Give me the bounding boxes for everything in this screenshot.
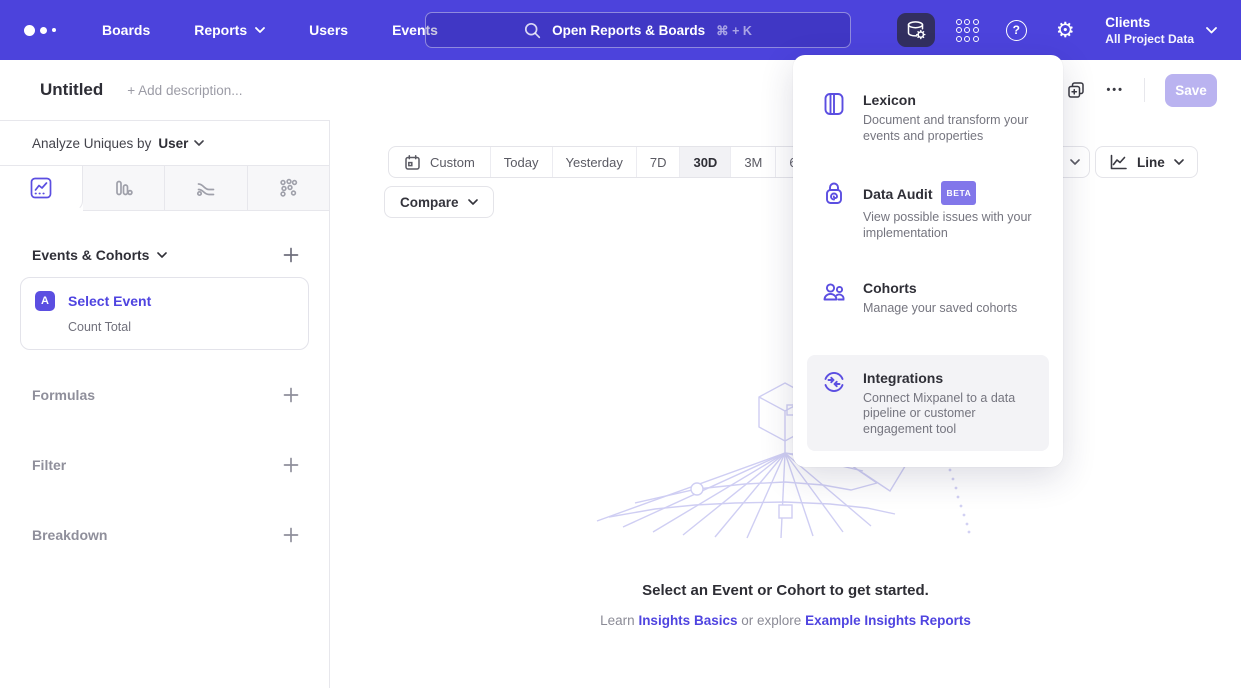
help-icon: ? (1006, 20, 1027, 41)
settings-button[interactable]: ⚙ (1048, 13, 1082, 47)
plus-icon (283, 387, 299, 403)
duplicate-icon (1066, 80, 1086, 100)
chevron-down-icon (157, 252, 167, 258)
apps-grid-button[interactable] (950, 13, 984, 47)
grid-icon (956, 19, 979, 42)
calendar-icon (404, 154, 421, 171)
add-formula-button[interactable] (283, 387, 299, 403)
project-name: All Project Data (1105, 32, 1194, 46)
project-selector[interactable]: Clients All Project Data (1105, 15, 1217, 46)
section-formulas: Formulas (0, 384, 329, 406)
chart-type-dropdown[interactable]: Line (1095, 146, 1198, 178)
date-range-more-dropdown[interactable] (1059, 147, 1089, 177)
beta-badge: BETA (941, 181, 976, 205)
top-nav: Boards Reports Users Events Open Reports… (0, 0, 1241, 60)
visualization-tabs (0, 165, 329, 211)
events-cohorts-header: Events & Cohorts (0, 247, 329, 263)
duplicate-button[interactable] (1066, 80, 1086, 100)
line-chart-icon (1109, 153, 1128, 171)
gear-icon: ⚙ (1056, 20, 1075, 41)
menu-item-data-audit[interactable]: Data Audit BETA View possible issues wit… (807, 182, 1049, 241)
chevron-down-icon (255, 27, 265, 33)
search-placeholder: Open Reports & Boards (552, 23, 705, 38)
tab-flow-chart[interactable] (165, 166, 248, 211)
query-sidebar: Analyze Uniques by User (0, 120, 330, 688)
chevron-down-icon (1070, 159, 1080, 165)
flow-icon (195, 177, 217, 199)
more-options-button[interactable]: ••• (1106, 84, 1124, 96)
database-gear-icon (905, 19, 927, 41)
menu-item-lexicon[interactable]: Lexicon Document and transform your even… (807, 91, 1049, 144)
report-description-placeholder[interactable]: + Add description... (127, 83, 242, 98)
compare-dropdown[interactable]: Compare (384, 186, 494, 218)
add-breakdown-button[interactable] (283, 527, 299, 543)
query-sections: Formulas Filter Breakdown (0, 384, 329, 546)
data-management-button[interactable] (897, 13, 935, 47)
search-shortcut: ⌘ + K (716, 23, 752, 38)
date-range-30d[interactable]: 30D (679, 147, 730, 177)
select-event-row[interactable]: A Select Event (35, 291, 294, 311)
help-button[interactable]: ? (999, 13, 1033, 47)
menu-item-cohorts[interactable]: Cohorts Manage your saved cohorts (807, 279, 1049, 317)
ellipsis-icon: ••• (1106, 84, 1124, 96)
scatter-icon (277, 177, 299, 199)
chevron-down-icon (468, 199, 478, 205)
search-bar[interactable]: Open Reports & Boards ⌘ + K (425, 12, 851, 48)
divider (1144, 78, 1145, 102)
date-range-custom[interactable]: Custom (389, 147, 490, 177)
report-canvas: Custom Today Yesterday 7D 30D 3M 6M Line (330, 120, 1241, 688)
analyze-row: Analyze Uniques by User (0, 120, 329, 165)
chevron-down-icon (1206, 27, 1217, 34)
select-event-label: Select Event (68, 293, 151, 309)
org-name: Clients (1105, 15, 1194, 30)
data-management-dropdown: Lexicon Document and transform your even… (793, 55, 1063, 467)
line-chart-icon (30, 177, 52, 199)
date-range-today[interactable]: Today (490, 147, 552, 177)
report-title[interactable]: Untitled (40, 80, 103, 100)
search-icon (524, 22, 541, 39)
section-filter: Filter (0, 454, 329, 476)
analyze-value-dropdown[interactable]: User (158, 136, 204, 151)
empty-state-subtitle: Learn Insights Basics or explore Example… (330, 613, 1241, 628)
example-insights-reports-link[interactable]: Example Insights Reports (805, 613, 971, 628)
date-range-yesterday[interactable]: Yesterday (552, 147, 636, 177)
nav-item-boards[interactable]: Boards (102, 22, 150, 38)
analyze-label: Analyze Uniques by (32, 136, 151, 151)
integrations-sync-icon (821, 369, 847, 438)
empty-state-title: Select an Event or Cohort to get started… (330, 582, 1241, 599)
primary-nav: Boards Reports Users Events (102, 22, 438, 38)
plus-icon (283, 457, 299, 473)
chevron-down-icon (194, 140, 204, 146)
tab-scatter-chart[interactable] (248, 166, 330, 211)
data-audit-icon (821, 182, 847, 241)
tab-bar-chart[interactable] (83, 166, 166, 211)
chevron-down-icon (1174, 159, 1184, 165)
bar-chart-icon (112, 177, 134, 199)
date-range-3m[interactable]: 3M (730, 147, 775, 177)
nav-right-actions: ? ⚙ Clients All Project Data (897, 13, 1217, 47)
cohorts-people-icon (821, 279, 847, 317)
save-button[interactable]: Save (1165, 74, 1217, 107)
plus-icon (283, 247, 299, 263)
mixpanel-app: Boards Reports Users Events Open Reports… (0, 0, 1241, 688)
insights-basics-link[interactable]: Insights Basics (638, 613, 737, 628)
lexicon-book-icon (821, 91, 847, 144)
date-range-7d[interactable]: 7D (636, 147, 680, 177)
count-total-selector[interactable]: Count Total (68, 320, 294, 334)
nav-item-reports[interactable]: Reports (194, 22, 265, 38)
plus-icon (283, 527, 299, 543)
mixpanel-logo-icon[interactable] (24, 25, 66, 36)
tab-line-chart[interactable] (0, 166, 83, 211)
add-filter-button[interactable] (283, 457, 299, 473)
event-badge: A (35, 291, 55, 311)
events-cohorts-toggle[interactable]: Events & Cohorts (32, 247, 167, 263)
nav-item-users[interactable]: Users (309, 22, 348, 38)
event-card: A Select Event Count Total (20, 277, 309, 350)
report-actions: ••• Save (1066, 74, 1217, 107)
menu-item-integrations[interactable]: Integrations Connect Mixpanel to a data … (807, 355, 1049, 452)
add-event-button[interactable] (283, 247, 299, 263)
section-breakdown: Breakdown (0, 524, 329, 546)
